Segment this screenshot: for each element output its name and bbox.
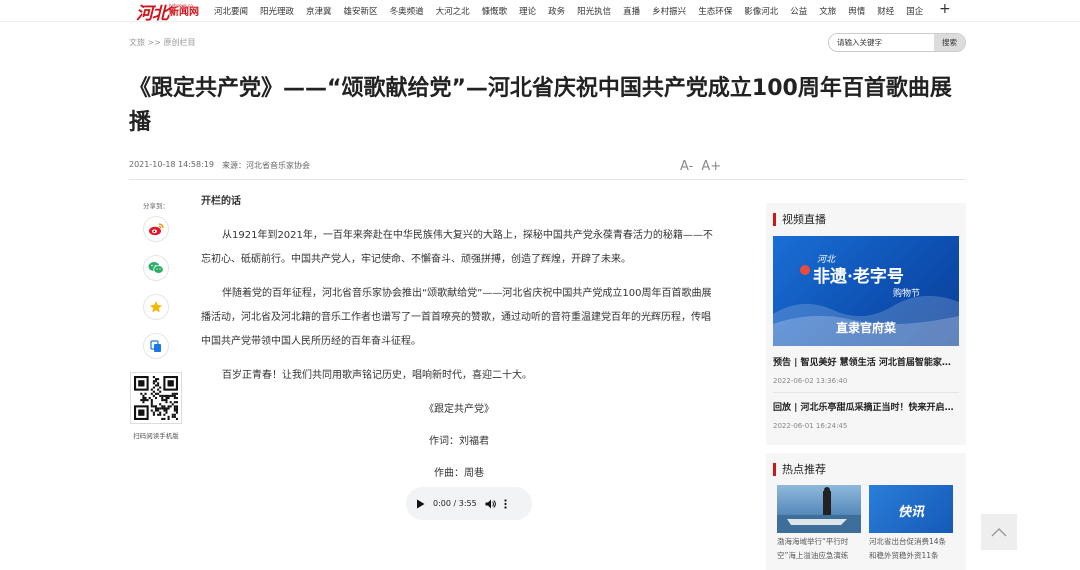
nav-item[interactable]: 财经 (871, 5, 900, 17)
audio-time: 0:00 / 3:55 (433, 499, 477, 508)
banner-line2: 非遗·老字号 (813, 266, 904, 287)
article-datetime: 2021-10-18 14:58:19 (129, 160, 214, 169)
nav-item[interactable]: 政务 (542, 5, 571, 17)
share-panel: 分享到： 扫码阅读手机版 (129, 200, 183, 440)
share-weibo-button[interactable] (143, 216, 169, 242)
search-button[interactable]: 搜索 (934, 34, 965, 51)
more-plus-icon[interactable]: + (939, 1, 951, 17)
nav-menu: 河北要闻 阳光理政 京津冀 雄安新区 冬奥频道 大河之北 慷慨歌 理论 政务 阳光执信 直播 乡村振兴… (208, 0, 929, 22)
wechat-icon (148, 262, 164, 274)
audio-player: 0:00 / 3:55 (406, 487, 532, 520)
star-icon (150, 301, 162, 313)
article-paragraph: 伴随着党的百年征程，河北省音乐家协会推出“颂歌献给党”——河北省庆祝中国共产党成… (201, 288, 712, 347)
nav-item[interactable]: 大河之北 (430, 5, 476, 17)
banner-footer: 直隶官府菜 (836, 320, 896, 335)
article-body: 开栏的话 从1921年到2021年，一百年来奔赴在中华民族伟大复兴的大路上，探秘… (201, 190, 717, 494)
logo-name: 新闻网 (169, 7, 199, 18)
video-news-date: 2022-06-02 13:36:40 (773, 377, 848, 385)
search-input[interactable] (829, 34, 934, 51)
nav-item[interactable]: 京津冀 (300, 5, 338, 17)
nav-item[interactable]: 公益 (784, 5, 813, 17)
divider (773, 392, 959, 393)
video-news-item[interactable]: 回放 | 河北乐亭甜瓜采摘正当时！快来开启甜蜜之旅 2022-06-01 16:… (773, 400, 959, 430)
font-smaller-button[interactable]: A- (680, 159, 693, 174)
article-paragraph: 百岁正青春！让我们共同用歌声铭记历史，唱响新时代，喜迎二十大。 (222, 370, 532, 381)
video-news-date: 2022-06-01 16:24:45 (773, 422, 848, 430)
song-title: 《跟定共产党》 (424, 404, 494, 415)
banner-art: 河北 非遗·老字号 购物节 直隶官府菜 (773, 254, 959, 346)
song-composer: 作曲：周巷 (434, 468, 484, 479)
page-title: 《跟定共产党》——“颂歌献给党”—河北省庆祝中国共产党成立100周年百首歌曲展播 (129, 76, 952, 135)
top-nav: 河北 hebnews.cn 新闻网 河北要闻 阳光理政 京津冀 雄安新区 冬奥频道 大河之… (0, 0, 1080, 24)
nav-item[interactable]: 阳光执信 (571, 5, 617, 17)
nav-item[interactable]: 乡村振兴 (646, 5, 692, 17)
share-copy-button[interactable] (143, 333, 169, 359)
volume-icon[interactable] (485, 499, 496, 509)
qr-label: 扫码阅读手机版 (133, 432, 179, 440)
article-lead: 开栏的话 (201, 196, 241, 207)
font-larger-button[interactable]: A+ (701, 159, 721, 174)
article-source: 来源：河北省音乐家协会 (221, 161, 310, 170)
chevron-up-icon (991, 528, 1007, 537)
back-to-top-button[interactable] (981, 514, 1017, 550)
video-live-heading: 视频直播 (766, 203, 966, 235)
video-news-item[interactable]: 预告 | 智见美好 慧领生活 河北首届智能家居消费节 2022-06-02 13… (773, 355, 959, 385)
nav-item[interactable]: 理论 (513, 5, 542, 17)
nav-item[interactable]: 河北要闻 (208, 5, 254, 17)
more-options-icon[interactable] (504, 498, 507, 509)
video-banner[interactable]: 河北 非遗·老字号 购物节 直隶官府菜 (773, 236, 959, 346)
nav-item[interactable]: 阳光理政 (254, 5, 300, 17)
play-icon[interactable] (416, 499, 425, 509)
video-news-title[interactable]: 预告 | 智见美好 慧领生活 河北首届智能家居消费节 (773, 355, 959, 368)
share-favorite-button[interactable] (143, 294, 169, 320)
nav-item[interactable]: 影像河北 (738, 5, 784, 17)
divider (129, 179, 966, 180)
nav-item[interactable]: 直播 (617, 5, 646, 17)
share-wechat-button[interactable] (143, 255, 169, 281)
nav-item[interactable]: 文旅 (813, 5, 842, 17)
hot-caption[interactable]: 渤海海域举行“平行时空”海上溢油应急演练 (777, 535, 861, 563)
weibo-icon (149, 223, 164, 236)
font-size-controls: A- A+ (680, 159, 721, 174)
nav-item[interactable]: 舆情 (842, 5, 871, 17)
hot-image[interactable] (777, 485, 861, 533)
hot-badge: 快讯 (897, 505, 924, 520)
share-label: 分享到： (143, 202, 169, 210)
qr-code (130, 372, 182, 424)
site-logo[interactable]: 河北 hebnews.cn 新闻网 (136, 0, 199, 24)
nav-item[interactable]: 国企 (900, 5, 929, 17)
nav-item[interactable]: 慷慨歌 (476, 5, 514, 17)
article-paragraph: 从1921年到2021年，一百年来奔赴在中华民族伟大复兴的大路上，探秘中国共产党… (201, 230, 713, 265)
hot-heading: 热点推荐 (766, 453, 966, 485)
hot-image[interactable]: 快讯 (869, 485, 953, 533)
article-meta: 2021-10-18 14:58:19 来源：河北省音乐家协会 (129, 160, 310, 171)
banner-line3: 购物节 (893, 287, 920, 299)
video-news-title[interactable]: 回放 | 河北乐亭甜瓜采摘正当时！快来开启甜蜜之旅 (773, 400, 959, 413)
hot-caption[interactable]: 河北省出台促消费14条和稳外贸稳外资11条 (869, 535, 953, 563)
nav-item[interactable]: 雄安新区 (338, 5, 384, 17)
search-box: 搜索 (828, 33, 966, 52)
breadcrumb[interactable]: 文旅 >> 原创栏目 (129, 37, 196, 48)
copy-icon (150, 339, 161, 352)
logo-mark: 河北 (136, 3, 169, 24)
banner-line1: 河北 (817, 254, 836, 265)
nav-item[interactable]: 冬奥频道 (384, 5, 430, 17)
song-lyricist: 作词：刘福君 (429, 436, 489, 447)
nav-item[interactable]: 生态环保 (692, 5, 738, 17)
qr-code-icon (134, 376, 178, 420)
